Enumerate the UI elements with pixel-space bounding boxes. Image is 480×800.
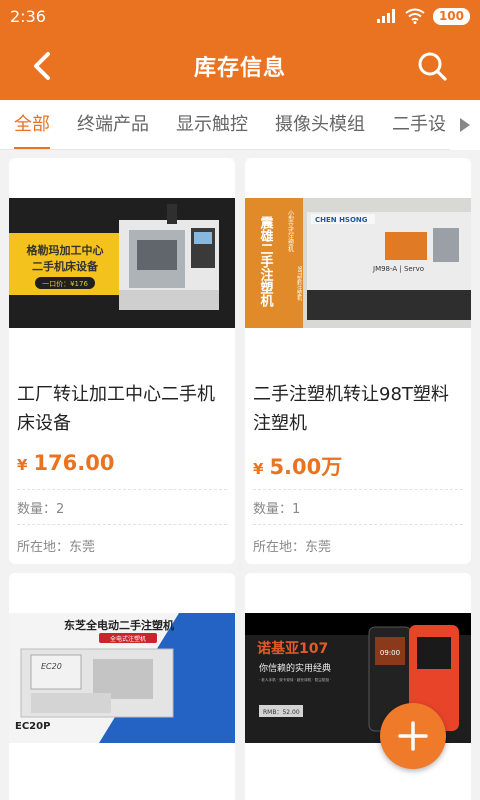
signal-icon [376,9,395,23]
page-title: 库存信息 [193,56,286,81]
svg-text:格勒玛加工中心: 格勒玛加工中心 [27,243,104,257]
svg-text:震雄二手注塑机: 震雄二手注塑机 [258,216,275,308]
divider [17,489,227,490]
svg-text:CHEN HSONG: CHEN HSONG [315,216,368,224]
tab-camera-module[interactable]: 摄像头模组 [275,100,365,149]
product-price: ¥5.00万 [253,455,343,479]
product-image: 东芝全电动二手注塑机 全电式注塑机 EC20 EC20P [9,613,235,743]
app-header: 2:36 100 库存信息 [0,0,480,100]
search-icon[interactable] [416,50,448,82]
product-quantity: 数量：1 [253,502,301,517]
svg-text:EC20: EC20 [41,662,62,671]
svg-text:EC20P: EC20P [15,721,50,732]
product-title: 工厂转让加工中心二手机床设备 [17,384,215,434]
svg-text:诺基亚107: 诺基亚107 [257,640,328,657]
svg-text:· 老人手机 · 双卡双待 · 超长待机 · 防尘防刮 ·: · 老人手机 · 双卡双待 · 超长待机 · 防尘防刮 · [259,677,331,682]
svg-text:你信赖的实用经典: 你信赖的实用经典 [259,662,331,674]
svg-text:二手机床设备: 二手机床设备 [32,259,99,273]
category-tabs: 全部 终端产品 显示触控 摄像头模组 二手设 [0,100,480,150]
plus-icon [398,721,428,751]
status-bar: 2:36 100 [0,0,480,32]
status-time: 2:36 [10,6,46,26]
product-location: 所在地：东莞 [17,540,96,555]
add-button[interactable] [380,703,446,769]
svg-text:JM98-A | Servo: JM98-A | Servo [372,265,424,273]
svg-text:小型立式注塑机: 小型立式注塑机 [287,209,294,253]
product-location: 所在地：东莞 [253,540,332,555]
tab-display-touch[interactable]: 显示触控 [176,100,248,149]
product-price: ¥176.00 [17,451,115,475]
triangle-right-icon [460,118,470,132]
product-card[interactable]: 格勒玛加工中心 二手机床设备 一口价：¥176 工厂转让加工中心二手机床设备 ¥… [9,158,235,564]
tabs-more-button[interactable] [450,100,480,150]
battery-indicator: 100 [432,7,470,25]
product-quantity: 数量：2 [17,502,65,517]
status-icons: 100 [376,7,470,25]
product-title: 二手注塑机转让98T塑料注塑机 [253,384,449,434]
tab-terminal-products[interactable]: 终端产品 [77,100,149,149]
svg-text:东芝全电动二手注塑机: 东芝全电动二手注塑机 [64,618,174,632]
svg-text:09:00: 09:00 [380,649,400,657]
divider [253,524,463,525]
product-image: 震雄二手注塑机 小型立式注塑机 98T塑料注塑机 CHEN HSONG JM98… [245,198,471,328]
product-card[interactable]: 震雄二手注塑机 小型立式注塑机 98T塑料注塑机 CHEN HSONG JM98… [245,158,471,564]
divider [17,524,227,525]
svg-text:RMB：52.00: RMB：52.00 [263,709,300,716]
wifi-icon [405,8,425,24]
svg-text:全电式注塑机: 全电式注塑机 [110,635,146,643]
divider [253,489,463,490]
tab-second-hand[interactable]: 二手设 [392,100,446,149]
svg-text:98T塑料注塑机: 98T塑料注塑机 [296,266,302,302]
product-card[interactable]: 诺基亚107 你信赖的实用经典 · 老人手机 · 双卡双待 · 超长待机 · 防… [245,573,471,800]
product-image: 格勒玛加工中心 二手机床设备 一口价：¥176 [9,198,235,328]
product-card[interactable]: 东芝全电动二手注塑机 全电式注塑机 EC20 EC20P [9,573,235,800]
back-button[interactable] [28,50,58,82]
tab-all[interactable]: 全部 [14,100,50,149]
svg-text:一口价：¥176: 一口价：¥176 [42,280,88,288]
